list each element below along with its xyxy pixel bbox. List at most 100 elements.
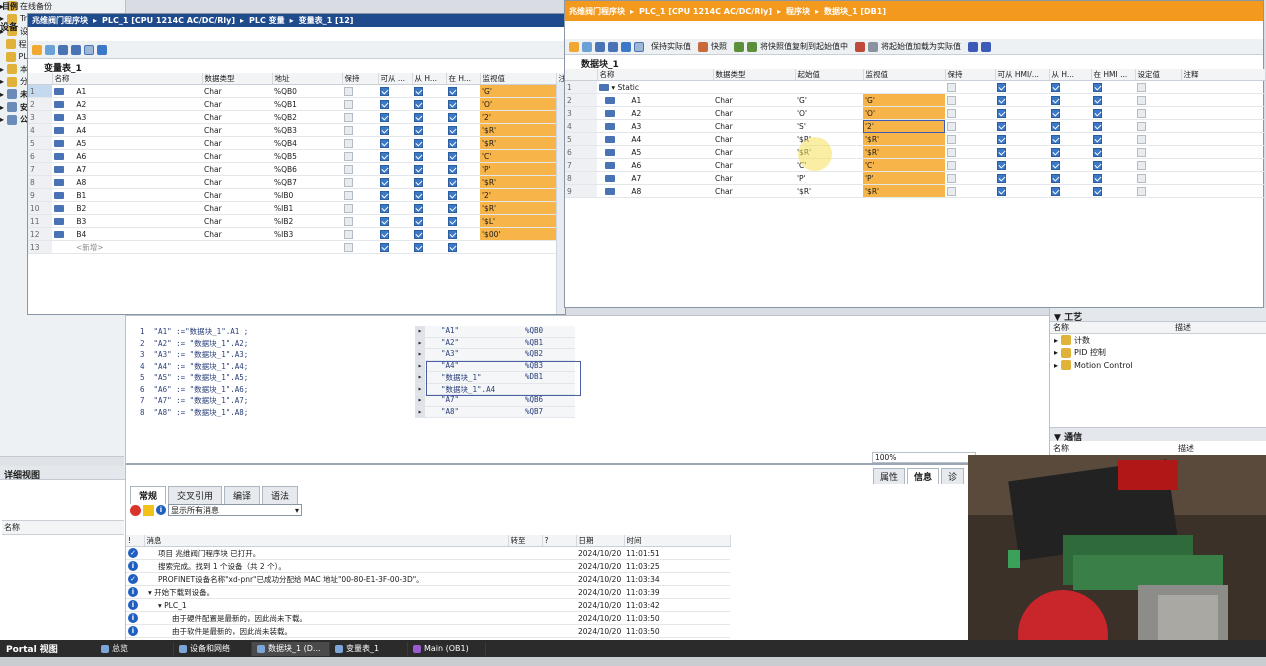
tag-address[interactable]: %QB7 <box>272 175 342 189</box>
hmi-access-checkbox[interactable] <box>997 173 1006 183</box>
message-filter-select[interactable]: 显示所有消息 ▾ <box>168 504 302 516</box>
load-icon[interactable] <box>855 41 865 52</box>
hmi-access-checkbox[interactable] <box>380 112 389 122</box>
db-name-cell[interactable]: A6 <box>597 158 713 172</box>
code-line[interactable]: 3 "A3" := "数据块_1".A3; <box>140 349 410 361</box>
watch-expand-icon[interactable]: ▸ <box>415 349 425 360</box>
db-window-titlebar[interactable]: 兆维阀门程序块 ▸ PLC_1 [CPU 1214C AC/DC/Rly] ▸ 程序块 ▸… <box>565 1 1263 21</box>
hmi-write-checkbox[interactable] <box>414 177 423 187</box>
expand-icon[interactable]: ▸ <box>0 65 4 74</box>
expand-icon[interactable]: ▾ <box>148 601 164 610</box>
hmi-visible-checkbox[interactable] <box>448 151 457 161</box>
db-row[interactable]: 6 A5 Char '$R' '$R' <box>565 145 1265 159</box>
hmi-write-checkbox[interactable] <box>1051 134 1060 144</box>
tag-address[interactable]: %QB1 <box>272 97 342 111</box>
hmi-visible-checkbox[interactable] <box>448 99 457 109</box>
copy-snapshot-button[interactable]: 将快照值复制到起始值中 <box>760 41 848 52</box>
tag-name-cell[interactable]: A7 <box>52 162 202 176</box>
tag-address[interactable]: %IB3 <box>272 227 342 241</box>
db-type[interactable]: Char <box>713 171 795 185</box>
hmi-access-checkbox[interactable] <box>997 186 1006 196</box>
hmi-access-checkbox[interactable] <box>380 242 389 252</box>
tree-scrollbar[interactable] <box>0 456 124 466</box>
hmi-write-checkbox[interactable] <box>414 99 423 109</box>
task-item[interactable]: ▸ 计数 <box>1054 334 1266 347</box>
tag-row[interactable]: 11 B3 Char %IB2 '$L' <box>28 214 564 228</box>
comment-cell[interactable] <box>1181 106 1265 120</box>
tag-name-cell[interactable]: A8 <box>52 175 202 189</box>
import-icon[interactable] <box>608 41 618 52</box>
tag-name-cell[interactable]: B1 <box>52 188 202 202</box>
tag-row[interactable]: 7 A7 Char %QB6 'P' <box>28 162 564 176</box>
watch-row[interactable]: ▸ "A1" %QB0 <box>415 326 575 338</box>
devices-tab[interactable]: 设备 <box>0 20 26 33</box>
hmi-write-checkbox[interactable] <box>1051 95 1060 105</box>
hmi-visible-checkbox[interactable] <box>1093 160 1102 170</box>
hmi-access-checkbox[interactable] <box>380 125 389 135</box>
message-col-header[interactable]: ! <box>126 535 145 547</box>
tag-row[interactable]: 2 A2 Char %QB1 'O' <box>28 97 564 111</box>
expand-icon[interactable]: ▸ <box>1054 348 1058 357</box>
expand-icon[interactable]: ▸ <box>0 90 4 99</box>
hmi-write-checkbox[interactable] <box>414 229 423 239</box>
download-icon[interactable] <box>968 41 978 52</box>
expand-icon[interactable] <box>0 40 3 49</box>
snapshot-icon[interactable] <box>698 41 708 52</box>
tag-address[interactable]: %IB0 <box>272 188 342 202</box>
watch-expand-icon[interactable]: ▸ <box>415 372 425 383</box>
tag-name-cell[interactable]: A5 <box>52 136 202 150</box>
inspector-tab[interactable]: 语法 <box>262 486 299 504</box>
watch-row[interactable]: ▸ "A2" %QB1 <box>415 337 575 349</box>
expand-icon[interactable]: ▸ <box>0 103 4 112</box>
load-start-button[interactable]: 将起始值加载为实际值 <box>881 41 961 52</box>
expand-icon[interactable] <box>0 52 3 61</box>
col-header[interactable]: 名称 <box>52 73 203 85</box>
tag-new-row[interactable]: 13 <新增> <box>28 240 564 254</box>
hmi-visible-checkbox[interactable] <box>448 125 457 135</box>
hmi-visible-checkbox[interactable] <box>1093 173 1102 183</box>
message-row[interactable]: ✓ PROFINET设备名称"xd-pnr"已成功分配给 MAC 地址"00-80… <box>126 572 730 586</box>
hmi-write-checkbox[interactable] <box>1051 173 1060 183</box>
hmi-visible-checkbox[interactable] <box>448 164 457 174</box>
hmi-visible-checkbox[interactable] <box>1093 121 1102 131</box>
hmi-access-checkbox[interactable] <box>380 177 389 187</box>
insert-row-icon[interactable] <box>582 41 592 52</box>
inspector-right-tab[interactable]: 信息 <box>906 468 939 484</box>
hmi-write-checkbox[interactable] <box>1051 82 1060 92</box>
tag-row[interactable]: 3 A3 Char %QB2 '2' <box>28 110 564 124</box>
hmi-visible-checkbox[interactable] <box>1093 186 1102 196</box>
table-icon[interactable] <box>97 44 107 55</box>
inspector-tab[interactable]: 编译 <box>224 486 261 504</box>
hmi-write-checkbox[interactable] <box>414 190 423 200</box>
tag-name-cell[interactable]: A3 <box>52 110 202 124</box>
message-row[interactable]: i 搜索完成。找到 1 个设备（共 2 个）。 2024/10/20 11:03:25 <box>126 559 730 573</box>
db-name-cell[interactable]: A2 <box>597 106 713 120</box>
db-static-row[interactable]: 1 ▾ Static <box>565 80 1265 94</box>
col-header[interactable]: 在 HMI ... <box>1091 69 1136 81</box>
expand-icon[interactable]: ▸ <box>0 77 4 86</box>
code-line[interactable]: 1 "A1" :="数据块_1".A1 ; <box>140 326 410 338</box>
db-type[interactable]: Char <box>713 132 795 146</box>
portal-view-button[interactable]: Portal 视图 <box>0 642 96 655</box>
hmi-access-checkbox[interactable] <box>380 138 389 148</box>
breadcrumb-item[interactable]: PLC_1 [CPU 1214C AC/DC/Rly] <box>102 16 235 25</box>
message-col-header[interactable]: 转至 <box>508 535 543 547</box>
db-type[interactable]: Char <box>713 158 795 172</box>
upload-icon[interactable] <box>981 41 991 52</box>
col-header[interactable]: 可从 ... <box>378 73 413 85</box>
tag-row[interactable]: 9 B1 Char %IB0 '2' <box>28 188 564 202</box>
keep-actual-button[interactable]: 保持实际值 <box>651 41 691 52</box>
comm-section-title[interactable]: ▼ 通信 <box>1050 427 1266 443</box>
breadcrumb-item[interactable]: 兆维阀门程序块 <box>569 6 625 17</box>
db-row[interactable]: 5 A4 Char '$R' '$R' <box>565 132 1265 146</box>
watch-expand-icon[interactable]: ▸ <box>415 395 425 406</box>
hmi-access-checkbox[interactable] <box>380 190 389 200</box>
table-icon[interactable] <box>621 41 631 52</box>
tag-address[interactable]: %QB0 <box>272 84 342 98</box>
col-header[interactable]: 可从 HMI/... <box>995 69 1050 81</box>
message-row[interactable]: i 由于软件是最新的，因此尚未装载。 2024/10/20 11:03:50 <box>126 624 730 638</box>
insert-row-icon[interactable] <box>45 44 55 55</box>
watch-expand-icon[interactable]: ▸ <box>415 383 425 394</box>
tag-name-cell[interactable]: A2 <box>52 97 202 111</box>
hmi-write-checkbox[interactable] <box>414 138 423 148</box>
